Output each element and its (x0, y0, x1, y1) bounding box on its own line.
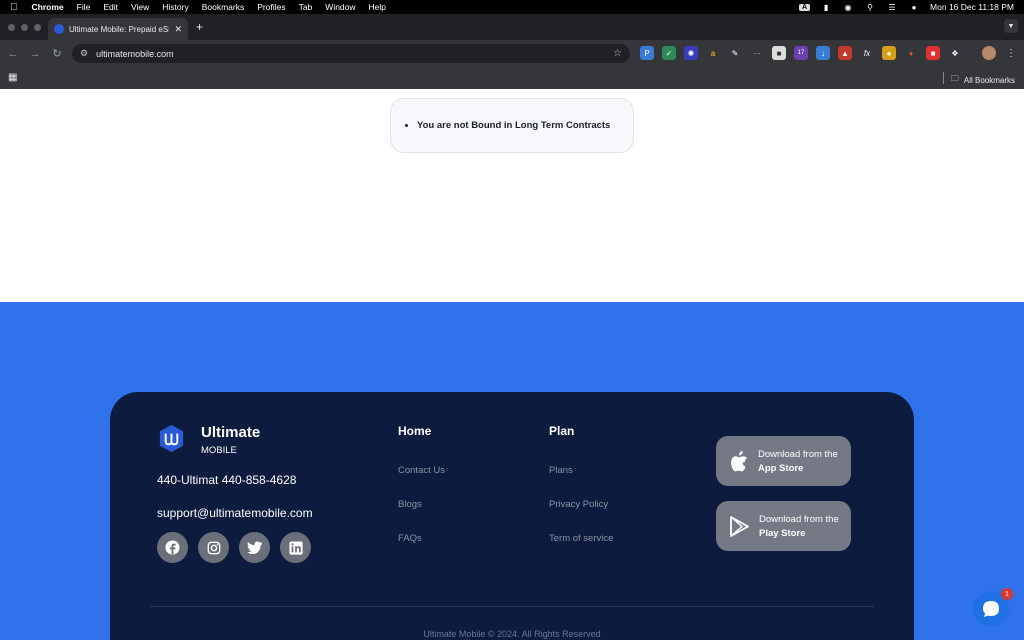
tab-title: Ultimate Mobile: Prepaid eSIM (69, 24, 170, 34)
extension-icon[interactable]: ■ (772, 46, 786, 60)
extension-icon[interactable]: ▲ (838, 46, 852, 60)
address-bar[interactable]: ⚙ ultimatemobile.com ☆ (72, 44, 630, 63)
close-tab-icon[interactable]: ✕ (174, 24, 182, 35)
all-bookmarks-label: All Bookmarks (963, 75, 1015, 85)
control-center-icon[interactable]: ☰ (886, 3, 898, 12)
extension-icon[interactable]: ✺ (684, 46, 698, 60)
forward-arrow-icon[interactable]: → (24, 48, 46, 60)
minimize-window-button[interactable] (21, 24, 28, 31)
extension-icon[interactable]: ⋯ (750, 46, 764, 60)
footer-link-contact[interactable]: Contact Us (398, 465, 445, 476)
footer-col-plan-title[interactable]: Plan (549, 424, 574, 438)
battery-icon[interactable]: ▮ (820, 3, 832, 12)
reload-icon[interactable]: ↻ (46, 47, 68, 60)
feature-item: You are not Bound in Long Term Contracts (417, 120, 610, 131)
app-store-line1: Download from the (758, 448, 838, 460)
site-info-icon[interactable]: ⚙ (80, 48, 88, 59)
zoom-window-button[interactable] (34, 24, 41, 31)
extension-icon[interactable]: ♦ (904, 46, 918, 60)
footer-link-terms[interactable]: Term of service (549, 533, 613, 544)
footer-brand[interactable]: Ultimate MOBILE (157, 424, 260, 456)
linkedin-icon[interactable] (280, 532, 311, 563)
chat-widget-button[interactable]: 1 (973, 588, 1013, 627)
url-text[interactable]: ultimatemobile.com (96, 49, 174, 59)
menu-edit[interactable]: Edit (103, 2, 118, 12)
back-arrow-icon[interactable]: ← (2, 48, 24, 60)
function-icon[interactable]: fx (860, 46, 874, 60)
footer-copyright: Ultimate Mobile © 2024. All Rights Reser… (423, 629, 601, 639)
profile-avatar[interactable] (982, 46, 996, 60)
bookmark-star-icon[interactable]: ☆ (613, 48, 622, 59)
spotlight-search-icon[interactable]: ⚲ (864, 3, 876, 12)
footer-link-blogs[interactable]: Blogs (398, 499, 422, 510)
bookmarks-bar: ▦ 🗀 All Bookmarks (0, 67, 1024, 89)
extension-icon[interactable]: P (640, 46, 654, 60)
siri-icon[interactable]: ● (908, 3, 920, 12)
site-footer: Ultimate MOBILE 440-Ultimat 440-858-4628… (110, 392, 914, 640)
web-page: You are not Bound in Long Term Contracts… (0, 89, 1024, 640)
footer-col-home-title[interactable]: Home (398, 424, 431, 438)
menubar-clock[interactable]: Mon 16 Dec 11:18 PM (930, 2, 1014, 12)
apple-icon[interactable]:  (10, 2, 18, 13)
menu-window[interactable]: Window (325, 2, 355, 12)
all-bookmarks-button[interactable]: 🗀 All Bookmarks (951, 73, 1015, 87)
menu-history[interactable]: History (162, 2, 188, 12)
extension-badge-icon[interactable]: 17 (794, 46, 808, 60)
menu-profiles[interactable]: Profiles (257, 2, 285, 12)
footer-email[interactable]: support@ultimatemobile.com (157, 506, 313, 520)
chat-bubble-icon (983, 601, 999, 617)
footer-phone[interactable]: 440-Ultimat 440-858-4628 (157, 473, 296, 487)
footer-link-faqs[interactable]: FAQs (398, 533, 422, 544)
menu-tab[interactable]: Tab (299, 2, 313, 12)
footer-divider (150, 606, 874, 607)
bookmarks-divider (943, 72, 944, 84)
extension-icon[interactable]: a (706, 46, 720, 60)
active-tab[interactable]: Ultimate Mobile: Prepaid eSIM ✕ (48, 18, 188, 40)
apps-grid-icon[interactable]: ▦ (8, 72, 17, 83)
menu-chrome[interactable]: Chrome (32, 2, 64, 12)
extension-icon[interactable]: ● (882, 46, 896, 60)
chat-unread-badge: 1 (1001, 588, 1013, 600)
brand-name: Ultimate (201, 424, 261, 441)
play-store-line1: Download from the (759, 513, 839, 525)
extension-icon[interactable]: ■ (926, 46, 940, 60)
tab-search-chevron-icon[interactable]: ▼ (1004, 19, 1018, 33)
twitter-icon[interactable] (239, 532, 270, 563)
browser-tab-strip: Ultimate Mobile: Prepaid eSIM ✕ + ▼ (0, 14, 1024, 40)
input-source-indicator[interactable]: A (798, 3, 811, 11)
close-window-button[interactable] (8, 24, 15, 31)
ultimate-logo-icon (159, 424, 184, 453)
app-store-line2: App Store (758, 462, 804, 474)
play-store-button[interactable]: Download from the Play Store (716, 501, 851, 551)
eyedropper-icon[interactable]: ✎ (728, 46, 742, 60)
new-tab-button[interactable]: + (196, 20, 203, 34)
app-store-button[interactable]: Download from the App Store (716, 436, 851, 486)
footer-link-plans[interactable]: Plans (549, 465, 573, 476)
facebook-icon[interactable] (157, 532, 188, 563)
play-store-line2: Play Store (759, 527, 806, 539)
social-links (157, 532, 311, 563)
menu-help[interactable]: Help (369, 2, 386, 12)
google-play-icon (730, 515, 749, 537)
site-favicon-icon (54, 24, 64, 34)
menu-view[interactable]: View (131, 2, 149, 12)
extension-icon[interactable]: ✓ (662, 46, 676, 60)
footer-link-privacy[interactable]: Privacy Policy (549, 499, 608, 510)
folder-icon: 🗀 (950, 74, 959, 83)
feature-card: You are not Bound in Long Term Contracts (390, 98, 634, 153)
menu-file[interactable]: File (77, 2, 91, 12)
instagram-icon[interactable] (198, 532, 229, 563)
download-icon[interactable]: ↓ (816, 46, 830, 60)
apple-icon (731, 450, 747, 471)
extensions-puzzle-icon[interactable]: ❖ (948, 46, 962, 60)
menu-bookmarks[interactable]: Bookmarks (202, 2, 245, 12)
macos-menubar:  Chrome File Edit View History Bookmark… (0, 0, 1024, 14)
extensions-row: P ✓ ✺ a ✎ ⋯ ■ 17 ↓ ▲ fx ● ♦ ■ ❖ (640, 46, 962, 60)
feature-list: You are not Bound in Long Term Contracts (407, 120, 610, 131)
browser-toolbar: ← → ↻ ⚙ ultimatemobile.com ☆ P ✓ ✺ a ✎ ⋯… (0, 40, 1024, 67)
brand-subtitle: MOBILE (201, 445, 237, 456)
window-controls (8, 24, 41, 31)
more-menu-icon[interactable]: ⋮ (1006, 48, 1016, 59)
wifi-icon[interactable]: ◉ (842, 3, 854, 12)
